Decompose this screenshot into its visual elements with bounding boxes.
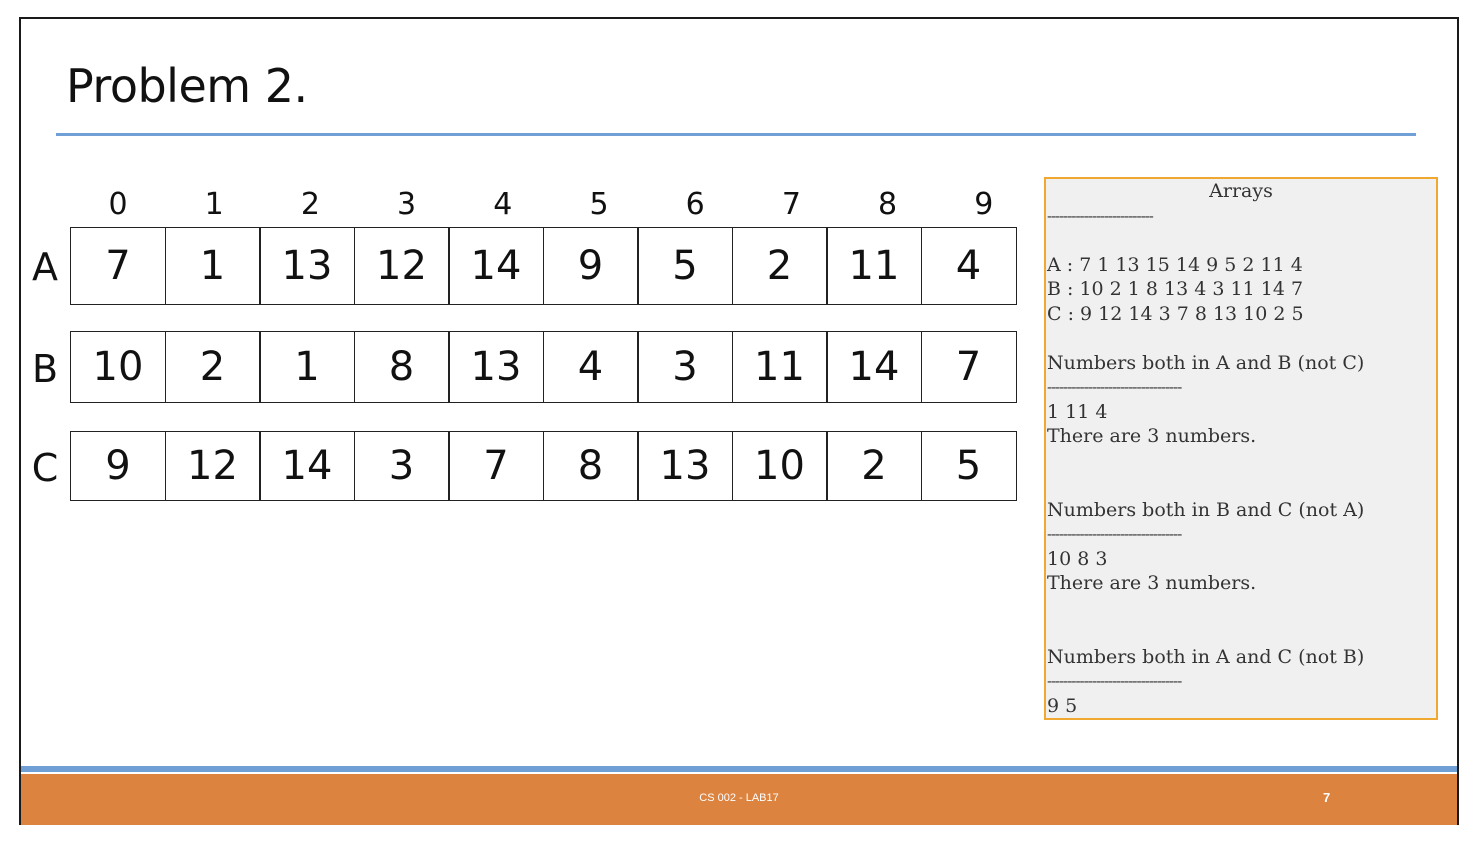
console-lines: -------------------------- A : 7 1 13 15 … [1046, 204, 1436, 720]
array-cell: 9 [70, 431, 166, 501]
array-cell: 13 [448, 331, 544, 403]
array-cell: 13 [637, 431, 733, 501]
console-heading: Arrays [1209, 180, 1273, 202]
slide: Problem 2. 0123456789 A 7 1 13 12 14 9 5 2 11 4 B 10… [19, 17, 1459, 825]
array-cell: 1 [164, 227, 261, 305]
console-separator: --------------------------------- [1047, 525, 1182, 543]
array-cell: 12 [353, 227, 450, 305]
array-cell: 8 [542, 431, 639, 501]
array-cell: 7 [70, 227, 166, 305]
console-line: Numbers both in B and C (not A) [1047, 498, 1365, 521]
array-cell: 3 [353, 431, 450, 501]
array-cell: 14 [826, 331, 922, 403]
console-line: There are 3 numbers. [1047, 425, 1257, 447]
index-label: 6 [685, 187, 705, 222]
console-line: 9 5 [1047, 694, 1078, 717]
array-cell: 8 [353, 331, 450, 403]
array-cell: 11 [731, 331, 828, 403]
console-separator: -------------------------- [1047, 206, 1154, 225]
array-row-c: 9 12 14 3 7 8 13 10 2 5 [70, 431, 1032, 501]
footer-divider [21, 766, 1457, 772]
array-cell: 10 [70, 331, 166, 403]
console-line: There are 3 numbers. [1047, 572, 1257, 594]
array-cell: 2 [164, 331, 261, 403]
array-cell: 9 [542, 227, 639, 305]
array-cell: 2 [826, 431, 922, 501]
array-row-a: 7 1 13 12 14 9 5 2 11 4 [70, 227, 1032, 305]
index-label: 3 [397, 187, 417, 222]
array-cell: 3 [637, 331, 733, 403]
index-label: 9 [974, 187, 994, 222]
index-label: 5 [589, 187, 609, 222]
console-line: 10 8 3 [1047, 547, 1108, 570]
array-label-c: C [31, 446, 59, 490]
array-cell: 13 [259, 227, 355, 305]
array-cell: 12 [164, 431, 261, 501]
array-cell: 5 [637, 227, 733, 305]
array-cell: 5 [920, 431, 1017, 501]
footer-bar: CS 002 - LAB17 7 [21, 774, 1457, 825]
console-separator: --------------------------------- [1047, 378, 1182, 396]
index-header-row: 0 1 2 3 4 5 6 7 8 9 [70, 187, 1032, 227]
array-cell: 4 [542, 331, 639, 403]
array-cell: 7 [448, 431, 544, 501]
array-cell: 14 [448, 227, 544, 305]
console-separator: --------------------------------- [1047, 672, 1182, 690]
array-cell: 14 [259, 431, 355, 501]
console-line: Numbers both in A and B (not C) [1047, 351, 1365, 374]
footer-course-label: CS 002 - LAB17 [699, 792, 779, 804]
index-label: 2 [300, 187, 320, 222]
array-cell: 2 [731, 227, 828, 305]
array-cell: 1 [259, 331, 355, 403]
array-row-b: 10 2 1 8 13 4 3 11 14 7 [70, 331, 1032, 403]
index-label: 0 [108, 187, 128, 222]
page-number: 7 [1323, 790, 1331, 805]
console-line: 1 11 4 [1047, 400, 1108, 423]
console-line: Numbers both in A and C (not B) [1047, 645, 1365, 668]
console-line: B : 10 2 1 8 13 4 3 11 14 7 [1047, 278, 1304, 300]
index-label: 4 [493, 187, 513, 222]
title-underline [56, 133, 1416, 136]
array-cell: 4 [920, 227, 1017, 305]
array-label-a: A [32, 245, 58, 289]
index-label: 8 [878, 187, 898, 222]
array-cell: 7 [920, 331, 1017, 403]
array-label-b: B [31, 347, 59, 391]
index-label: 7 [781, 187, 801, 222]
console-line: There are 2 numbers. [1046, 718, 1436, 720]
array-cell: 10 [731, 431, 828, 501]
array-cell: 11 [826, 227, 922, 305]
console-line: A : 7 1 13 15 14 9 5 2 11 4 [1047, 253, 1303, 276]
slide-title: Problem 2. [66, 59, 308, 113]
console-line: C : 9 12 14 3 7 8 13 10 2 5 [1047, 302, 1304, 325]
console-output: Arrays -------------------------- A : 7 1… [1044, 177, 1438, 720]
index-label: 1 [204, 187, 224, 222]
